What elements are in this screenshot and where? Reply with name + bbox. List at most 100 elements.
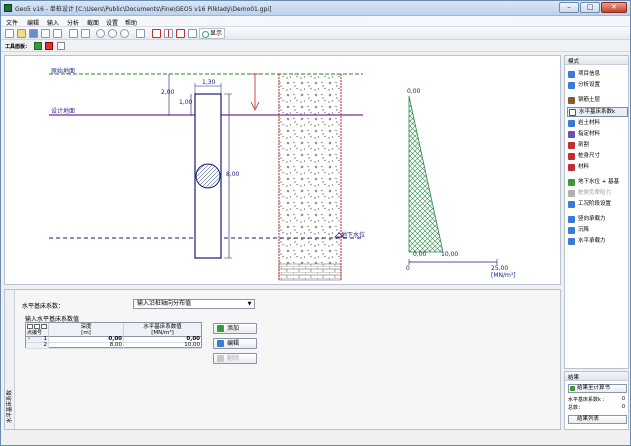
col-header-modulus: 水平基床系数值 [MN/m³] xyxy=(124,323,201,337)
edit-button[interactable]: 编辑 xyxy=(213,338,257,349)
modulus-type-select[interactable]: 输入沿桩轴向分布值 ▼ xyxy=(133,299,255,309)
k-bottom-left-label: 0,00 xyxy=(413,251,427,258)
results-panel: 结果 结果至计算书 水平基床系数k ： 0 总数： 0 结果列表 xyxy=(564,371,629,430)
menu-analysis[interactable]: 分析 xyxy=(67,18,79,27)
modulus-type-label: 水平基床系数： xyxy=(22,303,65,310)
water-table-label: 地下水位 xyxy=(341,231,365,239)
add-tool-icon[interactable] xyxy=(34,42,42,50)
close-button[interactable]: ✕ xyxy=(601,2,627,13)
sidebar-header: 模式 xyxy=(565,56,628,65)
show-button[interactable]: 显示 xyxy=(199,28,226,39)
minimize-button[interactable]: – xyxy=(559,2,579,13)
print-icon[interactable] xyxy=(41,29,50,38)
sidebar-item-project[interactable]: 项目信息 xyxy=(567,70,628,80)
sidebar-item-modulus[interactable]: 水平基床系数k xyxy=(567,107,628,117)
table-cell-modulus[interactable]: 10,00 xyxy=(124,342,201,349)
mode-sidebar: 模式 项目信息 分析设置 钢筋土层 水平基床系数k 岩土材料 指定材料 剖割 桩… xyxy=(564,55,629,369)
results-row-modulus: 水平基床系数k ： 0 xyxy=(568,396,625,403)
settings-icon xyxy=(568,82,575,89)
drawing-canvas[interactable]: 原始地面 设计地面 地下水位 1,30 2,00 1,00 8,00 0,00 … xyxy=(4,55,561,285)
title-bar: Geo5 v16 - 单桩设计 [C:\Users\Public\Documen… xyxy=(1,1,630,16)
friction-icon xyxy=(568,190,575,197)
sidebar-item-material[interactable]: 材料 xyxy=(567,163,628,173)
main-toolbar: 显示 xyxy=(1,27,630,40)
edit-icon xyxy=(217,340,224,347)
profile-icon xyxy=(568,97,575,104)
add-button[interactable]: 添加 xyxy=(213,323,257,334)
save-icon[interactable] xyxy=(29,29,38,38)
assign-icon xyxy=(568,131,575,138)
plus-icon xyxy=(217,325,224,332)
sidebar-item-assign[interactable]: 指定材料 xyxy=(567,130,628,140)
input-frame: 水平基床系数 水平基床系数： 输入沿桩轴向分布值 ▼ 输入水平基床系数值 点编号 … xyxy=(4,289,561,430)
k-axis-unit: [MN/m³] xyxy=(491,272,516,279)
zoom-out-icon[interactable] xyxy=(108,29,117,38)
chevron-down-icon: ▼ xyxy=(247,301,252,307)
remove-tool-icon[interactable] xyxy=(45,42,53,50)
table-copy-icon[interactable] xyxy=(34,324,40,329)
table-cell-depth[interactable]: 8,00 xyxy=(49,342,124,349)
sidebar-item-water[interactable]: 地下水位 + 基基 xyxy=(567,178,628,188)
zoom-window-icon[interactable] xyxy=(120,29,129,38)
sidebar-item-settlement[interactable]: 沉降 xyxy=(567,226,628,236)
sidebar-item-stage[interactable]: 工况阶段设置 xyxy=(567,200,628,210)
add-to-report-button[interactable]: 结果至计算书 xyxy=(568,384,627,393)
menu-settings[interactable]: 设置 xyxy=(106,18,118,27)
menu-file[interactable]: 文件 xyxy=(6,18,18,27)
settlement-icon xyxy=(568,227,575,234)
tool-window-icon[interactable] xyxy=(57,42,65,50)
pile-head-dim: 1,00 xyxy=(179,99,193,106)
sidebar-item-profile[interactable]: 钢筋土层 xyxy=(567,96,628,106)
table-corner: 点编号 xyxy=(26,323,49,337)
sidebar-item-settings[interactable]: 分析设置 xyxy=(567,81,628,91)
horizontal-capacity-icon xyxy=(568,238,575,245)
stage-icon xyxy=(568,201,575,208)
new-file-icon[interactable] xyxy=(5,29,14,38)
menu-help[interactable]: 帮助 xyxy=(125,18,137,27)
grid-icon[interactable] xyxy=(164,29,173,38)
pile-width-dim: 1,30 xyxy=(202,79,216,86)
print-preview-icon[interactable] xyxy=(53,29,62,38)
tools-panel-label: 工具面板： xyxy=(5,44,31,50)
open-folder-icon[interactable] xyxy=(17,29,26,38)
sidebar-item-vertical-capacity[interactable]: 竖向承载力 xyxy=(567,215,628,225)
delete-icon xyxy=(217,355,224,362)
sidebar-item-soils[interactable]: 岩土材料 xyxy=(567,119,628,129)
pile-cross-section xyxy=(195,163,221,189)
modulus-table: 点编号 深度 [m] 水平基床系数值 [MN/m³] › 1 0,00 0,00 2 … xyxy=(25,322,202,349)
sidebar-item-section[interactable]: 剖割 xyxy=(567,141,628,151)
maximize-button[interactable]: □ xyxy=(580,2,600,13)
view-3d-icon[interactable] xyxy=(176,29,185,38)
geometry-icon xyxy=(568,153,575,160)
modulus-icon xyxy=(569,109,576,116)
k-bottom-right-label: 10,00 xyxy=(441,251,458,258)
paste-icon[interactable] xyxy=(81,29,90,38)
app-window: Geo5 v16 - 单桩设计 [C:\Users\Public\Documen… xyxy=(0,0,631,446)
k-top-label: 0,00 xyxy=(407,88,421,95)
menu-input[interactable]: 输入 xyxy=(47,18,59,27)
pile-length-dim: 8,00 xyxy=(226,171,240,178)
section-icon xyxy=(568,142,575,149)
zoom-in-icon[interactable] xyxy=(96,29,105,38)
style-icon[interactable] xyxy=(188,29,197,38)
frame-vertical-tab[interactable]: 水平基床系数 xyxy=(5,290,15,429)
window-title: Geo5 v16 - 单桩设计 [C:\Users\Public\Documen… xyxy=(15,6,272,13)
k-axis-zero: 0 xyxy=(406,265,410,272)
view-frame-icon[interactable] xyxy=(152,29,161,38)
sidebar-item-negative-friction: 桩侧负摩阻力 xyxy=(567,189,628,199)
menu-section[interactable]: 截面 xyxy=(87,18,99,27)
water-icon xyxy=(568,179,575,186)
subgrade-modulus-diagram xyxy=(408,95,444,253)
menu-edit[interactable]: 编辑 xyxy=(27,18,39,27)
copy-icon[interactable] xyxy=(69,29,78,38)
design-ground-label: 设计地面 xyxy=(51,107,75,115)
table-tool-icon[interactable] xyxy=(27,324,33,329)
k-axis-max: 25,00 xyxy=(491,265,508,272)
sidebar-item-horizontal-capacity[interactable]: 水平承载力 xyxy=(567,237,628,247)
table-row-index[interactable]: 2 xyxy=(26,342,49,349)
pan-icon[interactable] xyxy=(136,29,145,38)
original-ground-label: 原始地面 xyxy=(51,67,75,75)
results-list-button[interactable]: 结果列表 xyxy=(568,415,627,424)
sidebar-item-geometry[interactable]: 桩身尺寸 xyxy=(567,152,628,162)
table-paste-icon[interactable] xyxy=(41,324,47,329)
